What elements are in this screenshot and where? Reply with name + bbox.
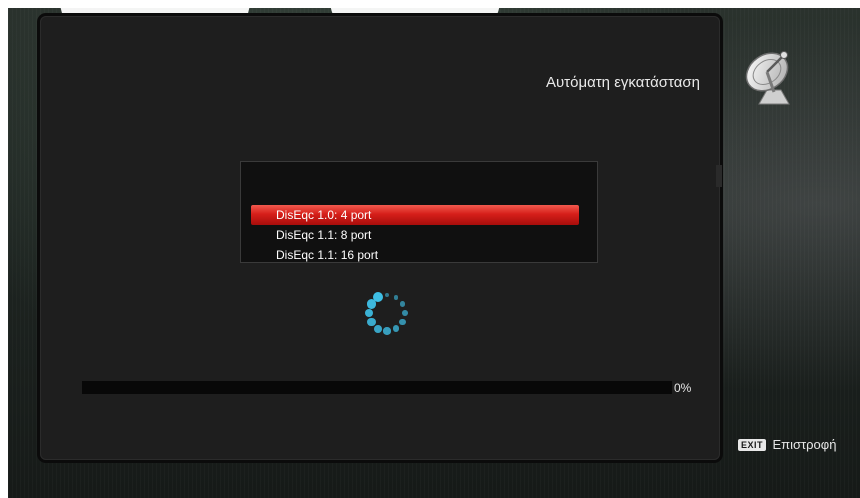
page-title: Αυτόματη εγκατάσταση — [545, 74, 700, 91]
spinner-dot — [385, 293, 389, 297]
spinner-dot — [392, 325, 400, 332]
loading-spinner-icon — [362, 288, 412, 338]
diseqc-option-8-port[interactable]: DisEqc 1.1: 8 port — [251, 225, 579, 245]
panel-tab — [716, 165, 722, 187]
satellite-dish-icon — [745, 51, 790, 105]
spinner-dot — [393, 295, 399, 300]
exit-hint[interactable]: EXIT Επιστροφή — [738, 436, 836, 454]
progress-bar — [82, 381, 672, 394]
spinner-dot — [374, 324, 382, 333]
page-margin-left — [0, 0, 8, 498]
diseqc-list: DisEqc 1.0: 4 port DisEqc 1.1: 8 port Di… — [240, 161, 598, 263]
spinner-dot — [364, 308, 374, 318]
diseqc-option-4-port[interactable]: DisEqc 1.0: 4 port — [251, 205, 579, 225]
spinner-dot — [399, 318, 406, 326]
spinner-dot — [372, 292, 384, 303]
spinner-dot — [402, 310, 408, 316]
exit-label: Επιστροφή — [772, 437, 837, 453]
diseqc-option-16-port[interactable]: DisEqc 1.1: 16 port — [251, 245, 579, 265]
spinner-dot — [367, 317, 376, 327]
progress-percent: 0% — [674, 381, 692, 395]
spinner-dot — [383, 327, 391, 335]
exit-key-icon: EXIT — [738, 438, 767, 451]
auto-install-panel: Αυτόματη εγκατάσταση DisEqc 1.0: 4 port … — [40, 16, 720, 460]
spinner-dot — [400, 301, 406, 307]
